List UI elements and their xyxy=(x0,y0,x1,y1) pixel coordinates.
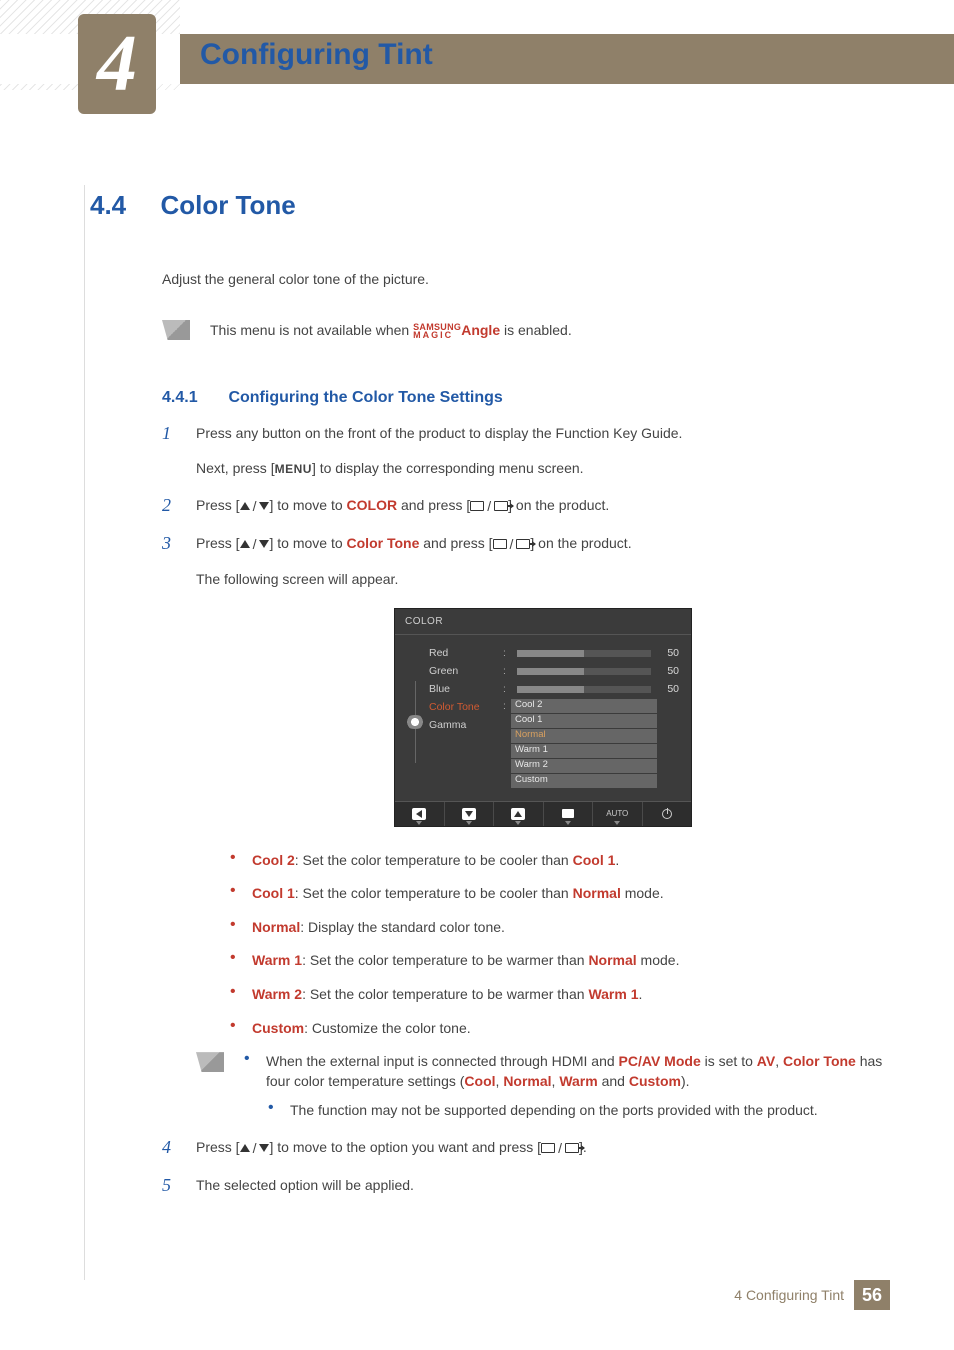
option-row: •Normal: Display the standard color tone… xyxy=(230,918,890,938)
step-num: 1 xyxy=(162,423,178,479)
s2-pre: Press [ xyxy=(196,497,240,513)
s2-mid: ] to move to xyxy=(269,497,346,513)
up-down-icon: / xyxy=(240,496,270,517)
subsection-title: Configuring the Color Tone Settings xyxy=(228,389,502,406)
osd-val-blue: 50 xyxy=(657,682,679,698)
step-5: 5 The selected option will be applied. xyxy=(162,1175,890,1196)
enter-icon: / xyxy=(470,496,508,517)
note2-l2: The function may not be supported depend… xyxy=(290,1101,818,1121)
samsung-magic-logo: SAMSUNGMAGIC xyxy=(413,323,461,339)
s4-pre: Press [ xyxy=(196,1139,240,1155)
osd-opt: Normal xyxy=(511,729,657,743)
chapter-badge: 4 xyxy=(78,14,156,114)
s2-mid2: and press [ xyxy=(397,497,470,513)
s2-post: ] on the product. xyxy=(508,497,609,513)
step-4: 4 Press [/] to move to the option you wa… xyxy=(162,1137,890,1159)
option-row: •Cool 2: Set the color temperature to be… xyxy=(230,851,890,871)
option-row: •Custom: Customize the color tone. xyxy=(230,1019,890,1039)
left-rule xyxy=(84,185,85,1280)
note-kw: Angle xyxy=(461,322,500,338)
osd-title: COLOR xyxy=(395,609,691,635)
step-num: 3 xyxy=(162,533,178,1121)
page-footer: 4 Configuring Tint 56 xyxy=(734,1280,890,1310)
osd-label-gamma: Gamma xyxy=(429,717,503,735)
osd-opt: Warm 2 xyxy=(511,759,657,773)
step-3: 3 Press [/] to move to Color Tone and pr… xyxy=(162,533,890,1121)
page-title: Configuring Tint xyxy=(200,38,433,72)
s3-mid2: and press [ xyxy=(419,535,492,551)
osd-label-blue: Blue xyxy=(429,681,503,699)
osd-label-colortone: Color Tone xyxy=(429,699,503,717)
power-icon xyxy=(662,809,672,819)
osd-label-green: Green xyxy=(429,663,503,681)
osd-opt: Cool 1 xyxy=(511,714,657,728)
s1b-post: ] to display the corresponding menu scre… xyxy=(312,460,584,476)
subsection-num: 4.4.1 xyxy=(162,389,224,407)
note-icon xyxy=(162,320,190,340)
step-num: 4 xyxy=(162,1137,178,1159)
s2-kw: COLOR xyxy=(347,497,398,513)
hdmi-note: • When the external input is connected t… xyxy=(196,1052,890,1121)
up-down-icon: / xyxy=(240,534,270,555)
step-num: 2 xyxy=(162,495,178,517)
subsection-heading: 4.4.1 Configuring the Color Tone Setting… xyxy=(162,389,890,407)
s5-text: The selected option will be applied. xyxy=(196,1175,414,1196)
osd-opt: Warm 1 xyxy=(511,744,657,758)
osd-auto: AUTO xyxy=(606,808,628,820)
option-row: •Cool 1: Set the color temperature to be… xyxy=(230,884,890,904)
osd-opt: Cool 2 xyxy=(511,699,657,713)
menu-key: MENU xyxy=(275,462,312,476)
s3-mid: ] to move to xyxy=(269,535,346,551)
availability-note: This menu is not available when SAMSUNGM… xyxy=(162,320,890,341)
s3-post: ] on the product. xyxy=(530,535,631,551)
osd-val-green: 50 xyxy=(657,664,679,680)
enter-icon: / xyxy=(493,534,531,555)
step-1: 1 Press any button on the front of the p… xyxy=(162,423,890,479)
note-pre: This menu is not available when xyxy=(210,322,413,338)
s3-kw: Color Tone xyxy=(347,535,420,551)
osd-label-red: Red xyxy=(429,645,503,663)
chapter-number: 4 xyxy=(97,19,137,110)
enter-icon: / xyxy=(541,1138,579,1159)
up-down-icon: / xyxy=(240,1138,270,1159)
intro-text: Adjust the general color tone of the pic… xyxy=(162,269,890,290)
s4-mid: ] to move to the option you want and pre… xyxy=(269,1139,541,1155)
section-num: 4.4 xyxy=(90,190,156,221)
s1b-pre: Next, press [ xyxy=(196,460,275,476)
eye-icon xyxy=(404,715,426,729)
footer-label: 4 Configuring Tint xyxy=(734,1287,844,1303)
footer-page: 56 xyxy=(854,1280,890,1310)
option-row: •Warm 2: Set the color temperature to be… xyxy=(230,985,890,1005)
osd-opt: Custom xyxy=(511,774,657,788)
s3-tail: The following screen will appear. xyxy=(196,569,890,590)
note-post: is enabled. xyxy=(500,322,572,338)
osd-screenshot: COLOR Red Green Blue Color Tone xyxy=(394,608,692,827)
section-title: Color Tone xyxy=(160,190,295,220)
osd-footer: AUTO xyxy=(395,801,691,826)
option-row: •Warm 1: Set the color temperature to be… xyxy=(230,951,890,971)
s3-pre: Press [ xyxy=(196,535,240,551)
step-1-text-a: Press any button on the front of the pro… xyxy=(196,423,682,444)
note-icon xyxy=(196,1052,224,1072)
section-heading: 4.4 Color Tone xyxy=(90,190,890,221)
step-num: 5 xyxy=(162,1175,178,1196)
osd-val-red: 50 xyxy=(657,646,679,662)
step-2: 2 Press [/] to move to COLOR and press [… xyxy=(162,495,890,517)
